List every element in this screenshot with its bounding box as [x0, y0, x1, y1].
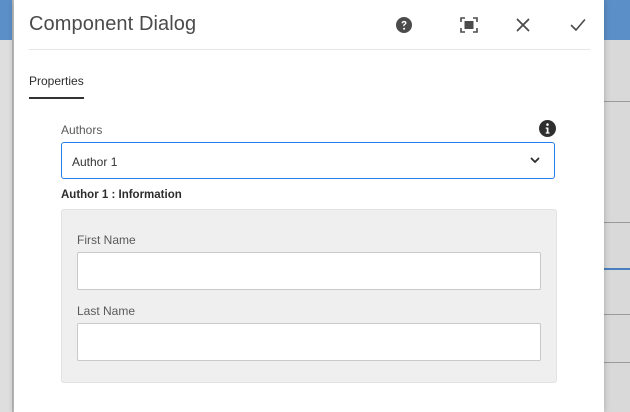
background-divider: [604, 362, 630, 363]
done-button[interactable]: [565, 12, 591, 38]
close-button[interactable]: [510, 12, 536, 38]
help-button[interactable]: [391, 12, 417, 38]
background-left-header: [0, 0, 12, 40]
tab-list: Properties: [29, 74, 84, 99]
background-divider: [604, 314, 630, 315]
fullscreen-icon: [460, 17, 478, 33]
first-name-field[interactable]: [77, 252, 541, 290]
last-name-field[interactable]: [77, 323, 541, 361]
info-icon[interactable]: [539, 120, 556, 137]
help-circle-icon: [396, 17, 412, 33]
background-left-strip: [0, 0, 13, 412]
background-right-header: [604, 0, 630, 40]
dialog-header: Component Dialog: [29, 0, 590, 50]
last-name-label: Last Name: [77, 304, 136, 318]
background-right-strip: [604, 0, 630, 412]
authors-select[interactable]: Author 1: [61, 142, 555, 179]
author-info-panel: First Name Last Name: [61, 209, 557, 383]
authors-selected-value: Author 1: [72, 155, 118, 169]
background-divider: [604, 268, 630, 270]
close-icon: [516, 18, 530, 32]
authors-label: Authors: [61, 123, 103, 137]
tab-properties[interactable]: Properties: [29, 74, 84, 99]
background-divider: [604, 101, 630, 102]
checkmark-icon: [570, 19, 586, 31]
author-section-title: Author 1 : Information: [61, 189, 182, 201]
fullscreen-button[interactable]: [456, 12, 482, 38]
background-divider: [604, 222, 630, 223]
chevron-down-icon: [530, 157, 540, 163]
component-dialog: Component Dialog Properties Authors Auth…: [14, 0, 604, 412]
dialog-title: Component Dialog: [29, 13, 197, 35]
first-name-label: First Name: [77, 233, 136, 247]
